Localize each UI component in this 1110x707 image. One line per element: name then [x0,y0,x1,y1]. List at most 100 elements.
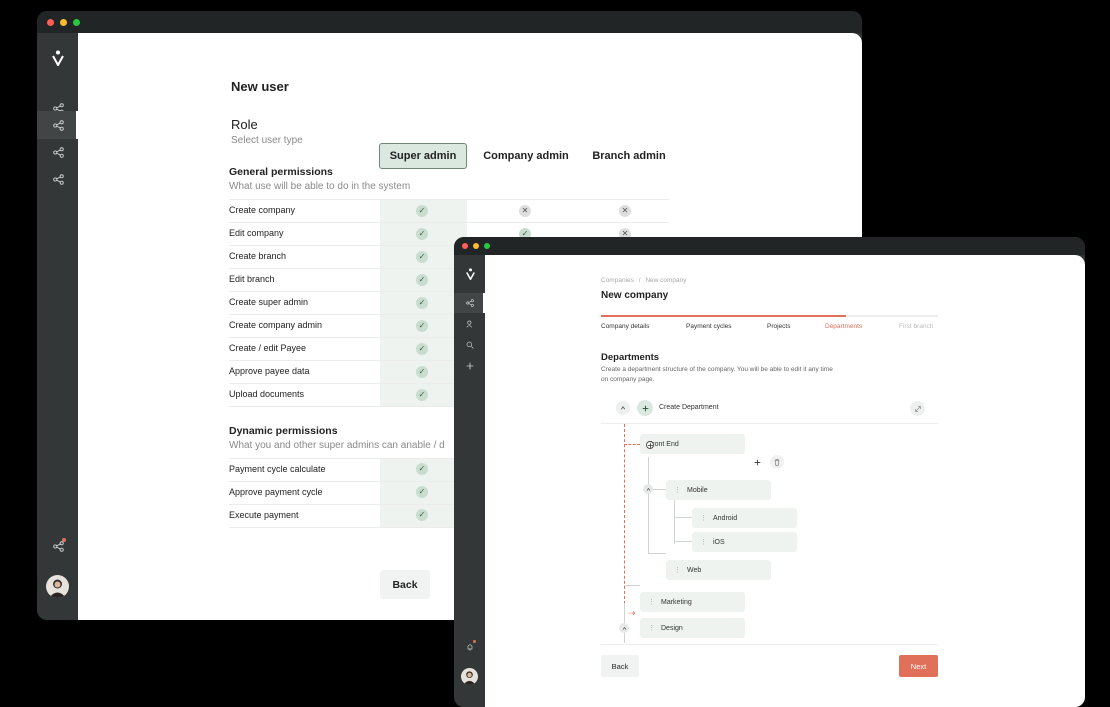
drag-handle-icon[interactable]: ⋮ [700,538,707,546]
breadcrumb-current: New company [645,277,687,284]
department-node-design[interactable]: ⋮ Design [640,618,745,638]
search-icon[interactable] [463,338,477,352]
x-icon[interactable]: ✕ [519,205,531,217]
permission-label: Create company admin [229,320,323,330]
x-icon[interactable]: ✕ [619,205,631,217]
permission-label: Payment cycle calculate [229,464,326,474]
drag-handle-icon[interactable]: ⋮ [648,598,655,606]
check-icon[interactable]: ✓ [416,297,428,309]
avatar[interactable] [46,575,69,598]
role-company-admin-button[interactable]: Company admin [478,143,574,169]
check-icon[interactable]: ✓ [416,320,428,332]
permission-label: Approve payment cycle [229,487,323,497]
bell-icon[interactable] [463,640,477,654]
close-dot[interactable] [462,243,468,249]
breadcrumb-separator: / [638,277,641,284]
share-icon[interactable] [49,170,67,188]
tree-connector [624,585,640,586]
collapse-all-button[interactable] [616,401,630,415]
department-node-ios[interactable]: ⋮ iOS [692,532,797,552]
check-icon[interactable]: ✓ [416,274,428,286]
department-node-android[interactable]: ⋮ Android [692,508,797,528]
users-icon[interactable] [463,317,477,331]
divider [601,644,938,645]
logo-icon[interactable] [49,49,67,67]
section-title: Departments [601,352,660,363]
minimize-dot[interactable] [473,243,479,249]
department-label: Android [713,514,738,522]
permission-label: Approve payee data [229,366,310,376]
share-icon[interactable] [49,116,67,134]
permission-label: Create company [229,205,296,215]
step-departments[interactable]: Departments [825,323,862,330]
drag-handle-icon[interactable]: ⋮ [700,514,707,522]
collapse-icon[interactable] [643,484,653,494]
check-icon[interactable]: ✓ [416,205,428,217]
check-icon[interactable]: ✓ [416,463,428,475]
check-icon[interactable]: ✓ [416,343,428,355]
add-child-button[interactable] [750,455,764,469]
dynamic-permissions-title: Dynamic permissions [229,425,338,437]
role-branch-admin-button[interactable]: Branch admin [585,143,673,169]
role-subtitle: Select user type [231,135,303,146]
maximize-dot[interactable] [73,19,80,26]
back-button[interactable]: Back [380,570,430,599]
department-node-front-end[interactable]: Front End [640,434,745,454]
check-icon[interactable]: ✓ [416,389,428,401]
check-icon[interactable]: ✓ [416,509,428,521]
drag-handle-icon[interactable]: ⋮ [674,566,681,574]
drag-handle-icon[interactable]: ⋮ [648,624,655,632]
tree-connector [648,457,649,553]
sidebar [37,33,78,620]
check-icon[interactable]: ✓ [416,251,428,263]
stepper-track [846,315,938,317]
move-icon[interactable] [646,441,654,449]
sidebar [454,255,485,707]
back-button[interactable]: Back [601,655,639,677]
department-label: Mobile [687,486,708,494]
permission-label: Upload documents [229,389,305,399]
logo-icon[interactable] [463,267,477,281]
expand-icon[interactable] [910,401,925,416]
step-projects[interactable]: Projects [767,323,790,330]
drag-handle-icon[interactable]: ⋮ [674,486,681,494]
collapse-icon[interactable] [619,623,629,633]
window-titlebar [37,11,862,33]
permission-label: Execute payment [229,510,299,520]
department-node-mobile[interactable]: ⋮ Mobile [666,480,771,500]
create-department-label[interactable]: Create Department [659,404,719,411]
dynamic-permissions-subtitle: What you and other super admins can anab… [229,440,445,451]
close-dot[interactable] [47,19,54,26]
check-icon[interactable]: ✓ [416,486,428,498]
next-button[interactable]: Next [899,655,938,677]
department-label: Marketing [661,598,692,606]
department-node-marketing[interactable]: ⋮ Marketing [640,592,745,612]
step-company-details[interactable]: Company details [601,323,649,330]
share-icon[interactable] [463,296,477,310]
check-icon[interactable]: ✓ [416,228,428,240]
department-node-web[interactable]: ⋮ Web [666,560,771,580]
notifications-icon[interactable] [49,537,67,555]
share-icon[interactable] [49,143,67,161]
role-super-admin-button[interactable]: Super admin [379,143,467,169]
page-title: New company [601,290,669,301]
step-first-branch[interactable]: First branch [899,323,933,330]
drag-guide-line [624,424,625,604]
breadcrumb: Companies / New company [601,277,687,284]
breadcrumb-parent[interactable]: Companies [601,277,634,284]
notification-badge [62,538,66,542]
minimize-dot[interactable] [60,19,67,26]
avatar[interactable] [461,668,478,685]
maximize-dot[interactable] [484,243,490,249]
delete-icon[interactable] [770,455,784,469]
step-payment-cycles[interactable]: Payment cycles [686,323,732,330]
plus-icon[interactable] [463,359,477,373]
add-department-button[interactable] [637,400,653,416]
row-divider [229,199,669,200]
department-label: Design [661,624,683,632]
tree-connector [674,500,675,544]
permission-label: Create branch [229,251,287,261]
general-permissions-title: General permissions [229,166,333,178]
section-description: Create a department structure of the com… [601,366,833,373]
check-icon[interactable]: ✓ [416,366,428,378]
